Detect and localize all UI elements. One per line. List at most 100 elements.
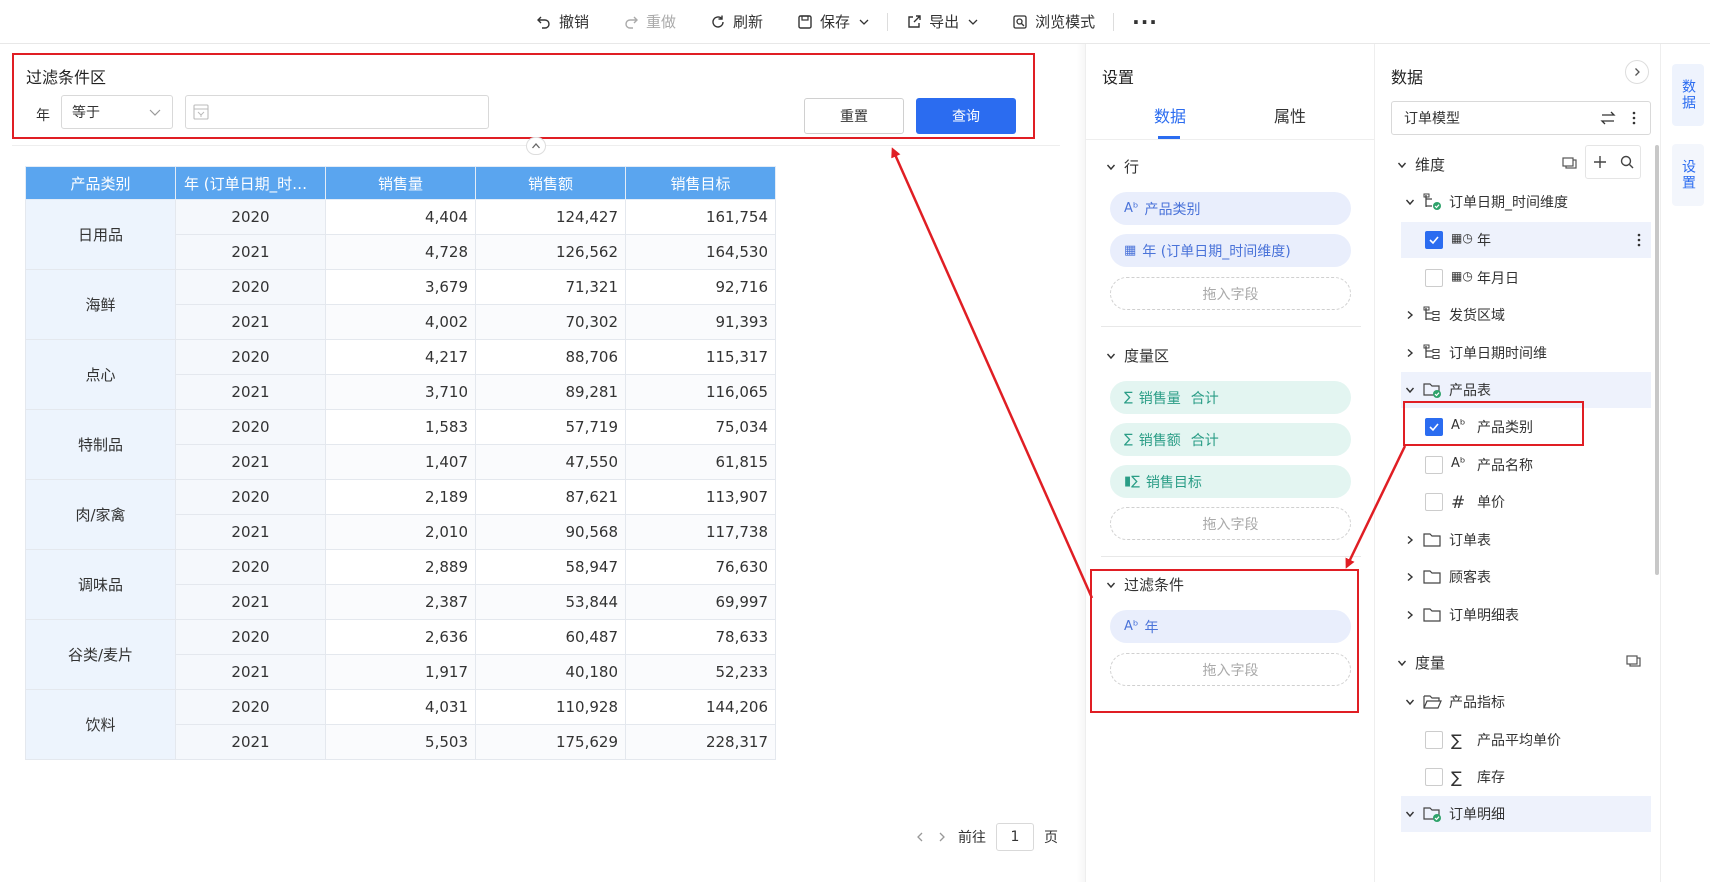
tree-folder-date-dimension[interactable]: 订单日期_时间维度 <box>1405 185 1568 219</box>
column-header[interactable]: 销售目标 <box>625 166 776 200</box>
next-page-icon[interactable] <box>936 831 948 843</box>
column-header[interactable]: 产品类别 <box>25 166 176 200</box>
switch-icon[interactable] <box>1600 110 1616 126</box>
tree-folder-order-detail-table[interactable]: 订单明细表 <box>1405 598 1519 632</box>
tree-field-unit-price[interactable]: # 单价 <box>1425 485 1505 519</box>
row-field-pill[interactable]: Aᵇ 产品类别 <box>1110 192 1351 225</box>
measure-field-label: 销售额 <box>1138 432 1181 449</box>
value-cell: 175,629 <box>475 724 626 760</box>
column-header[interactable]: 年 (订单日期_时间... <box>175 166 326 200</box>
more-vertical-icon[interactable] <box>1631 232 1647 248</box>
category-cell: 海鲜 <box>25 269 176 340</box>
row-field-pill[interactable]: ▦ 年 (订单日期_时间维度) <box>1110 234 1351 267</box>
column-header[interactable]: 销售量 <box>325 166 476 200</box>
tree-folder-order-detail[interactable]: 订单明细 <box>1405 797 1505 831</box>
value-cell: 40,180 <box>475 654 626 690</box>
dimension-group-header[interactable]: 维度 <box>1397 154 1445 175</box>
measure-field-pill[interactable]: ▮∑ 销售目标 <box>1110 465 1351 498</box>
rows-section-header[interactable]: 行 <box>1106 156 1139 177</box>
prev-page-icon[interactable] <box>914 831 926 843</box>
tree-field-ymd[interactable]: ▦◷ 年月日 <box>1425 261 1519 295</box>
tree-folder-product-metrics[interactable]: 产品指标 <box>1405 685 1505 719</box>
measures-drop-zone[interactable]: 拖入字段 <box>1110 507 1351 540</box>
annotation-box-filters <box>1090 569 1359 713</box>
reset-button[interactable]: 重置 <box>804 98 904 134</box>
checkbox-checked[interactable] <box>1425 231 1443 249</box>
tree-field-year[interactable]: ▦◷ 年 <box>1425 223 1491 257</box>
collapse-filter-handle[interactable] <box>526 137 546 155</box>
folder-check-icon <box>1423 807 1441 822</box>
add-icon[interactable] <box>1592 154 1608 170</box>
chevron-right-icon <box>1407 535 1414 545</box>
model-select[interactable]: 订单模型 <box>1391 101 1651 135</box>
data-panel-scrollbar[interactable] <box>1655 145 1659 575</box>
copy-icon[interactable] <box>1561 156 1579 172</box>
redo-button[interactable]: 重做 <box>623 11 676 32</box>
checkbox[interactable] <box>1425 493 1443 511</box>
tree-folder-ship-region[interactable]: 发货区域 <box>1405 298 1505 332</box>
chevron-right-icon <box>1407 610 1414 620</box>
undo-icon <box>537 16 550 29</box>
value-cell: 117,738 <box>625 514 776 550</box>
measures-section-header[interactable]: 度量区 <box>1106 345 1169 366</box>
side-tab-settings[interactable]: 设置 <box>1672 144 1704 206</box>
table-row: 肉/家禽 2020 2,189 87,621 113,907 <box>25 479 776 550</box>
model-actions <box>1600 110 1642 126</box>
more-icon[interactable]: ··· <box>1132 10 1158 34</box>
measure-field-label: 销售目标 <box>1145 474 1202 491</box>
dimension-actions <box>1585 145 1641 179</box>
tree-folder-order-table[interactable]: 订单表 <box>1405 523 1491 557</box>
undo-button[interactable]: 撤销 <box>536 11 589 32</box>
filter-operator-select[interactable]: 等于 <box>61 95 173 129</box>
measure-field-pill[interactable]: ∑ 销售额 合计 <box>1110 423 1351 456</box>
table-row: 特制品 2020 1,583 57,719 75,034 <box>25 409 776 480</box>
rows-drop-zone[interactable]: 拖入字段 <box>1110 277 1351 310</box>
refresh-label: 刷新 <box>733 13 764 31</box>
measure-agg-label: 合计 <box>1190 390 1219 407</box>
filter-value-input[interactable] <box>185 95 489 129</box>
side-tab-data[interactable]: 数据 <box>1672 64 1704 126</box>
measure-field-pill[interactable]: ∑ 销售量 合计 <box>1110 381 1351 414</box>
browse-mode-button[interactable]: 浏览模式 <box>1012 11 1095 32</box>
tab-data[interactable]: 数据 <box>1154 103 1186 127</box>
checkbox[interactable] <box>1425 269 1443 287</box>
tree-folder-customer-table[interactable]: 顾客表 <box>1405 560 1491 594</box>
year-cell: 2020 <box>175 339 326 375</box>
more-vertical-icon[interactable] <box>1626 110 1642 126</box>
tree-field-avg-price[interactable]: ∑ 产品平均单价 <box>1425 723 1561 757</box>
value-cell: 4,728 <box>325 234 476 270</box>
tree-label: 订单日期时间维 <box>1449 346 1547 362</box>
value-cell: 5,503 <box>325 724 476 760</box>
search-icon[interactable] <box>1619 154 1635 170</box>
checkbox[interactable] <box>1425 456 1443 474</box>
value-cell: 57,719 <box>475 409 626 445</box>
tree-field-product-name[interactable]: Aᵇ 产品名称 <box>1425 448 1533 482</box>
checkbox[interactable] <box>1425 731 1443 749</box>
text-type-icon: Aᵇ <box>1124 201 1139 216</box>
measure-field-label: 销售量 <box>1138 390 1181 407</box>
date-type-icon: ▦◷ <box>1451 231 1473 245</box>
value-cell: 3,710 <box>325 374 476 410</box>
row-field-label: 年 (订单日期_时间维度) <box>1142 243 1291 260</box>
save-button[interactable]: 保存 <box>797 11 869 32</box>
filter-calendar-icon <box>193 104 209 120</box>
chevron-down-icon <box>1106 164 1116 170</box>
value-cell: 92,716 <box>625 269 776 305</box>
tree-folder-date-hierarchy[interactable]: 订单日期时间维 <box>1405 336 1547 370</box>
tab-properties[interactable]: 属性 <box>1274 103 1306 127</box>
column-header[interactable]: 销售额 <box>475 166 626 200</box>
value-cell: 3,679 <box>325 269 476 305</box>
measure-group-header[interactable]: 度量 <box>1397 652 1445 673</box>
tree-field-stock[interactable]: ∑ 库存 <box>1425 760 1505 794</box>
tree-label: 产品名称 <box>1477 458 1533 474</box>
copy-icon[interactable] <box>1625 654 1643 670</box>
refresh-button[interactable]: 刷新 <box>710 11 763 32</box>
collapse-panel-button[interactable] <box>1625 60 1649 84</box>
table-row: 调味品 2020 2,889 58,947 76,630 <box>25 549 776 620</box>
query-button[interactable]: 查询 <box>916 98 1016 134</box>
checkbox[interactable] <box>1425 768 1443 786</box>
export-label: 导出 <box>929 13 960 31</box>
export-button[interactable]: 导出 <box>906 11 978 32</box>
page-number-input[interactable]: 1 <box>996 823 1034 851</box>
value-cell: 70,302 <box>475 304 626 340</box>
